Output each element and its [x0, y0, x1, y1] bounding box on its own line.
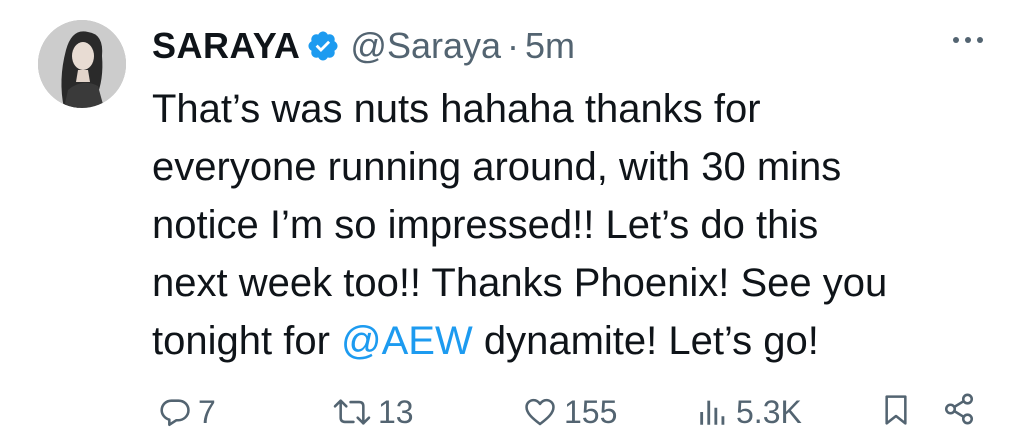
handle[interactable]: @Saraya	[350, 26, 501, 66]
tweet-line: everyone running around, with 30 mins	[152, 145, 842, 189]
tweet-header: SARAYA @Saraya · 5m	[152, 26, 575, 66]
display-name[interactable]: SARAYA	[152, 26, 300, 66]
like-count: 155	[564, 394, 618, 430]
profile-photo	[38, 20, 126, 108]
share-button[interactable]	[942, 392, 976, 426]
repost-button[interactable]: 13	[332, 392, 414, 432]
tweet-text-segment: dynamite! Let’s go!	[472, 319, 819, 363]
mention-link[interactable]: @AEW	[341, 319, 473, 363]
views-button[interactable]: 5.3K	[696, 392, 802, 432]
verified-badge-icon	[306, 29, 340, 63]
tweet-line: next week too!! Thanks Phoenix! See you	[152, 261, 888, 305]
repost-count: 13	[378, 394, 414, 430]
repost-icon	[333, 399, 371, 425]
heart-icon	[525, 398, 555, 426]
tweet-line: notice I’m so impressed!! Let’s do this	[152, 203, 819, 247]
reply-count: 7	[198, 394, 216, 430]
tweet-text: That’s was nuts hahaha thanks for everyo…	[152, 80, 992, 370]
avatar[interactable]	[38, 20, 126, 108]
more-options-icon[interactable]	[950, 28, 986, 52]
views-count: 5.3K	[736, 394, 802, 430]
views-icon	[700, 400, 725, 425]
tweet-line: tonight for @AEW dynamite! Let’s go!	[152, 312, 992, 370]
bookmark-icon	[885, 395, 907, 425]
tweet-line: That’s was nuts hahaha thanks for	[152, 87, 761, 131]
bookmark-button[interactable]	[880, 392, 912, 428]
reply-icon	[160, 399, 190, 427]
separator-dot: ·	[507, 25, 520, 66]
action-bar: 7 13 155 5.3K	[0, 392, 1020, 436]
reply-button[interactable]: 7	[158, 392, 216, 432]
tweet-card[interactable]: SARAYA @Saraya · 5m That’s was nuts haha…	[0, 0, 1020, 444]
share-icon	[944, 393, 974, 425]
like-button[interactable]: 155	[522, 392, 617, 432]
timestamp[interactable]: 5m	[525, 26, 575, 66]
tweet-text-segment: tonight for	[152, 319, 342, 363]
